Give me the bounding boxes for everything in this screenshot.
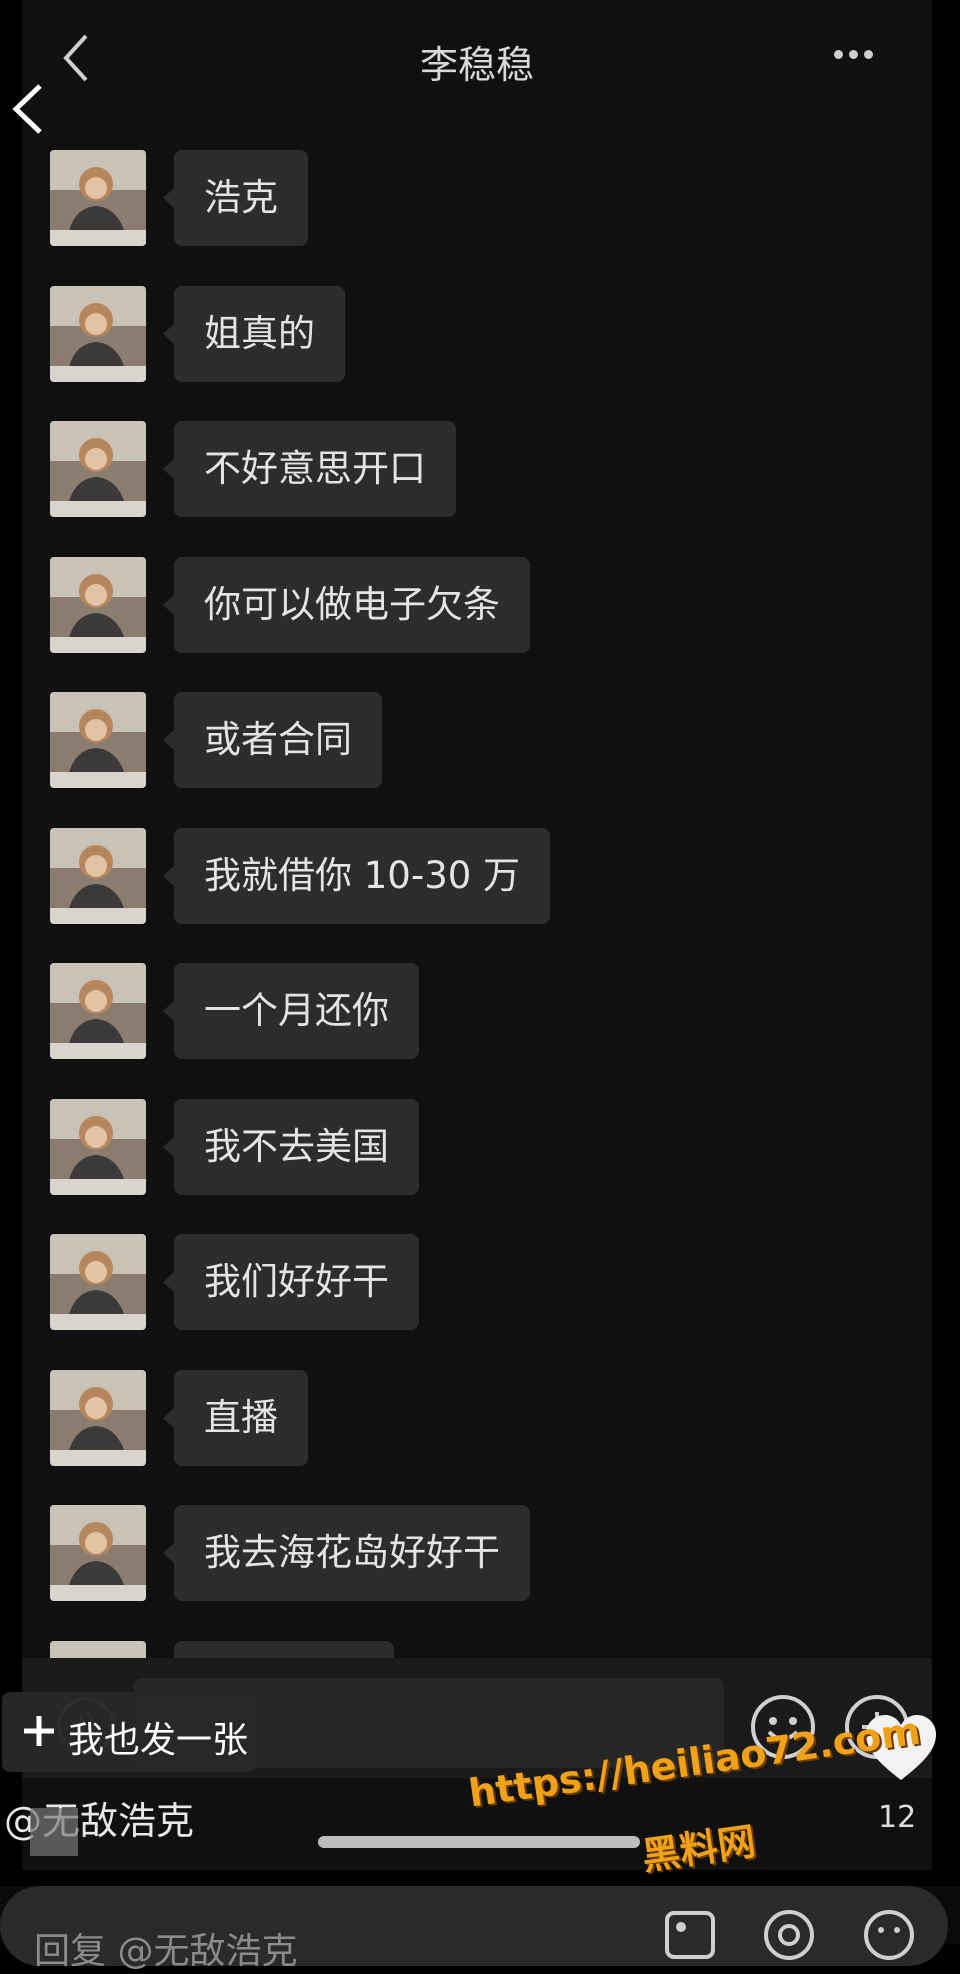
thumbnail[interactable] bbox=[30, 1808, 78, 1856]
avatar[interactable] bbox=[50, 1234, 146, 1330]
message-bubble[interactable]: 一个月还你 bbox=[163, 963, 419, 1059]
back-arrow-icon[interactable] bbox=[10, 82, 46, 136]
post-image-button[interactable]: 我也发一张 bbox=[2, 1692, 256, 1772]
message-bubble[interactable]: 直播 bbox=[163, 1370, 308, 1466]
message-bubble[interactable]: 姐真的 bbox=[163, 286, 345, 382]
post-image-label: 我也发一张 bbox=[68, 1720, 249, 1761]
avatar[interactable] bbox=[50, 421, 146, 517]
home-indicator bbox=[318, 1836, 640, 1848]
message-bubble[interactable]: 我们好好干 bbox=[163, 1234, 419, 1330]
reply-bar: 回复 @无敌浩克 bbox=[0, 1886, 960, 1972]
avatar[interactable] bbox=[50, 1370, 146, 1466]
chat-header: 李稳稳 bbox=[22, 0, 932, 120]
avatar[interactable] bbox=[50, 150, 146, 246]
message-bubble[interactable]: 我去海花岛好好干 bbox=[163, 1505, 530, 1601]
at-icon[interactable] bbox=[762, 1908, 816, 1962]
chat-title: 李稳稳 bbox=[419, 43, 534, 87]
avatar[interactable] bbox=[50, 557, 146, 653]
image-icon[interactable] bbox=[664, 1910, 716, 1960]
message-bubble[interactable]: 浩克 bbox=[163, 150, 308, 246]
message-bubble[interactable]: 我不去美国 bbox=[163, 1099, 419, 1195]
like-count: 12 bbox=[878, 1800, 917, 1835]
reply-input[interactable]: 回复 @无敌浩克 bbox=[0, 1886, 948, 1972]
reply-placeholder: 回复 @无敌浩克 bbox=[34, 1931, 298, 1972]
avatar[interactable] bbox=[50, 1505, 146, 1601]
more-options-icon[interactable] bbox=[834, 44, 884, 64]
avatar[interactable] bbox=[50, 828, 146, 924]
avatar[interactable] bbox=[50, 692, 146, 788]
message-bubble[interactable]: 我就借你 10-30 万 bbox=[162, 828, 551, 924]
avatar[interactable] bbox=[50, 1099, 146, 1195]
smile-icon[interactable] bbox=[862, 1908, 916, 1962]
plus-icon bbox=[24, 1716, 54, 1746]
avatar[interactable] bbox=[50, 963, 146, 1059]
message-bubble[interactable]: 不好意思开口 bbox=[163, 421, 456, 517]
chat-screenshot: 李稳稳 浩克姐真的不好意思开口 你可以做电子欠条 或者合同我就借你 10-30 万一… bbox=[22, 0, 932, 1870]
message-bubble[interactable]: 或者合同 bbox=[163, 692, 382, 788]
message-bubble[interactable]: 你可以做电子欠条 bbox=[163, 557, 530, 653]
avatar[interactable] bbox=[50, 286, 146, 382]
